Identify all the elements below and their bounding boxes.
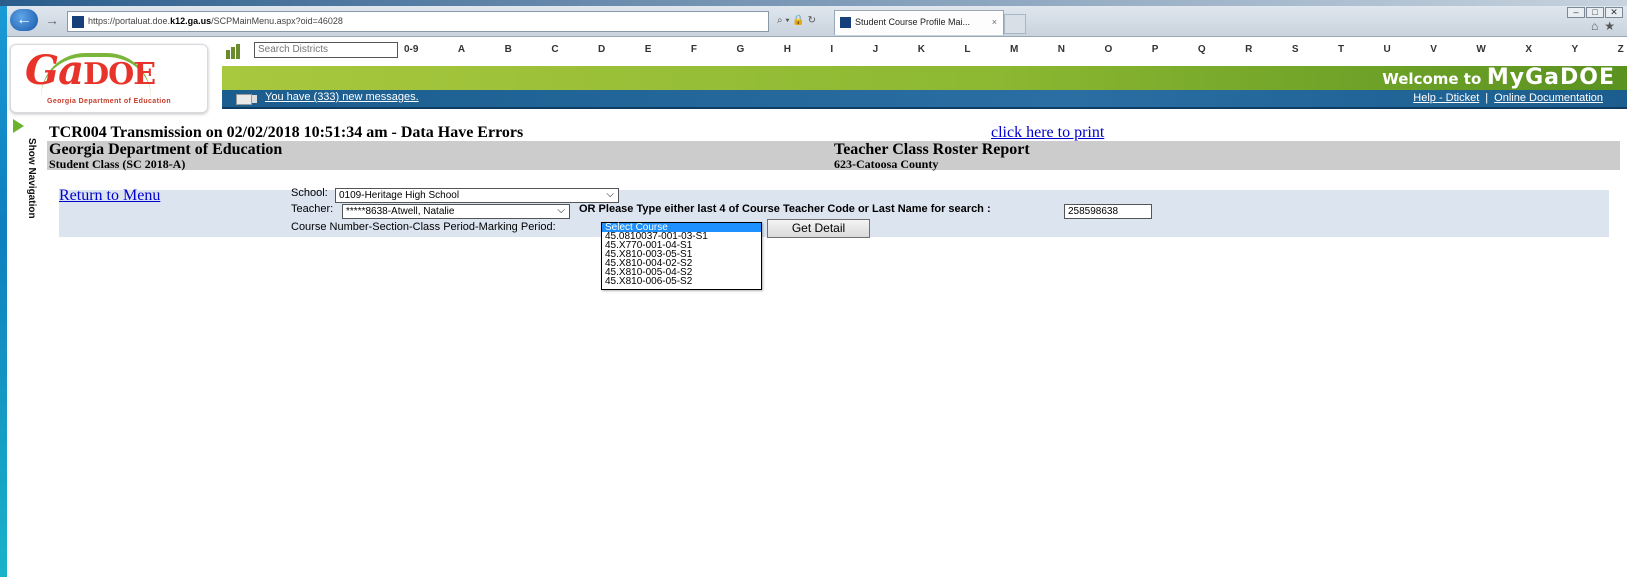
- address-bar[interactable]: https://portaluat.doe.k12.ga.us/SCPMainM…: [67, 11, 769, 32]
- show-navigation-tab[interactable]: Show Navigation: [26, 138, 37, 219]
- print-link[interactable]: click here to print: [991, 124, 1104, 142]
- letter-filter-l[interactable]: L: [964, 44, 970, 58]
- report-header-band: Georgia Department of Education Student …: [47, 141, 1620, 171]
- student-class: Student Class (SC 2018-A): [49, 157, 186, 171]
- logo-doe: DOE: [83, 57, 156, 92]
- letter-filter-b[interactable]: B: [505, 44, 512, 58]
- course-option[interactable]: 45.X810-006-05-S2: [602, 277, 761, 287]
- home-favorites-icons[interactable]: ⌂★: [1591, 19, 1621, 33]
- transmission-title: TCR004 Transmission on 02/02/2018 10:51:…: [49, 124, 524, 141]
- letter-filter-o[interactable]: O: [1104, 44, 1112, 58]
- letter-filter-k[interactable]: K: [918, 44, 925, 58]
- school-selected-value: 0109-Heritage High School: [339, 190, 460, 201]
- new-tab-button[interactable]: [1004, 14, 1026, 34]
- search-districts-input[interactable]: [254, 42, 398, 58]
- letter-filter-z[interactable]: Z: [1618, 44, 1624, 58]
- letter-filter-q[interactable]: Q: [1198, 44, 1206, 58]
- chevron-down-icon: ⌵: [557, 205, 565, 216]
- alphabet-filter: 0-9 A B C D E F G H I J K L M N O P Q R S T U V W X Y Z: [404, 44, 1624, 58]
- course-dropdown-list[interactable]: Select Course 45.0810037-001-03-S1 45.X770…: [601, 222, 762, 290]
- letter-filter-g[interactable]: G: [736, 44, 744, 58]
- mail-icon[interactable]: [236, 94, 252, 105]
- county-name: 623-Catoosa County: [834, 157, 939, 171]
- letter-filter-d[interactable]: D: [598, 44, 605, 58]
- address-tools[interactable]: ⌕ ▾ 🔒 ↻: [777, 11, 832, 30]
- letter-filter-v[interactable]: V: [1430, 44, 1437, 58]
- letter-filter-m[interactable]: M: [1010, 44, 1018, 58]
- letter-filter-p[interactable]: P: [1152, 44, 1159, 58]
- help-links: Help - Dticket | Online Documentation: [1413, 92, 1603, 104]
- letter-filter-h[interactable]: H: [784, 44, 791, 58]
- mail-flag-icon: [252, 95, 257, 103]
- help-dticket-link[interactable]: Help - Dticket: [1413, 92, 1479, 104]
- mygadoe-brand: MyGaDOE: [1486, 65, 1615, 90]
- teacher-search-hint: OR Please Type either last 4 of Course T…: [579, 203, 991, 215]
- letter-filter-r[interactable]: R: [1245, 44, 1252, 58]
- header-green-bar: Welcome to MyGaDOE: [222, 66, 1627, 90]
- letter-filter-u[interactable]: U: [1384, 44, 1391, 58]
- back-arrow-icon[interactable]: ←: [10, 9, 38, 31]
- letter-filter-w[interactable]: W: [1476, 44, 1485, 58]
- letter-filter-e[interactable]: E: [645, 44, 652, 58]
- browser-tab[interactable]: Student Course Profile Mai... ×: [834, 10, 1004, 35]
- letter-filter-a[interactable]: A: [458, 44, 465, 58]
- forward-arrow-icon[interactable]: →: [45, 12, 61, 28]
- messages-link[interactable]: You have (333) new messages.: [265, 91, 419, 103]
- school-select[interactable]: 0109-Heritage High School ⌵: [335, 188, 619, 203]
- welcome-banner: Welcome to MyGaDOE: [1382, 66, 1615, 91]
- teacher-selected-value: *****8638-Atwell, Natalie: [346, 206, 455, 217]
- tab-close-icon[interactable]: ×: [992, 11, 997, 33]
- logo-wordmark: GaDOE: [25, 47, 156, 94]
- teacher-label: Teacher:: [291, 203, 334, 215]
- url-domain: k12.ga.us: [170, 16, 212, 26]
- close-window-icon[interactable]: ✕: [1605, 7, 1623, 18]
- link-separator: |: [1485, 92, 1489, 104]
- letter-filter-f[interactable]: F: [691, 44, 697, 58]
- letter-filter-y[interactable]: Y: [1571, 44, 1578, 58]
- teacher-select[interactable]: *****8638-Atwell, Natalie ⌵: [342, 204, 570, 219]
- school-label: School:: [291, 187, 328, 199]
- url-path: /SCPMainMenu.aspx?oid=46028: [211, 16, 343, 26]
- header-blue-bar: You have (333) new messages. Help - Dtic…: [222, 90, 1627, 109]
- letter-filter-j[interactable]: J: [873, 44, 879, 58]
- course-label: Course Number-Section-Class Period-Marki…: [291, 221, 556, 233]
- return-to-menu-link[interactable]: Return to Menu: [59, 187, 160, 205]
- window-controls: – □ ✕: [1566, 7, 1623, 18]
- chevron-down-icon: ⌵: [606, 189, 614, 200]
- url-prefix: https://portaluat.doe.: [88, 16, 171, 26]
- letter-filter-i[interactable]: I: [830, 44, 833, 58]
- desktop-edge: [0, 0, 7, 577]
- minimize-icon[interactable]: –: [1567, 7, 1585, 18]
- letter-filter-0-9[interactable]: 0-9: [404, 44, 418, 58]
- logo-tagline: Georgia Department of Education: [46, 98, 172, 105]
- letter-filter-c[interactable]: C: [551, 44, 558, 58]
- welcome-to: Welcome to: [1382, 70, 1482, 88]
- site-favicon-icon: [72, 15, 84, 28]
- letter-filter-t[interactable]: T: [1338, 44, 1344, 58]
- gadoe-logo[interactable]: GaDOE Georgia Department of Education: [10, 44, 208, 113]
- logo-ga: Ga: [25, 47, 84, 94]
- tab-title: Student Course Profile Mai...: [855, 17, 971, 27]
- browser-toolbar: ← → https://portaluat.doe.k12.ga.us/SCPM…: [7, 6, 1627, 37]
- get-detail-button[interactable]: Get Detail: [767, 219, 870, 238]
- letter-filter-x[interactable]: X: [1525, 44, 1532, 58]
- filter-panel: Return to Menu School: 0109-Heritage Hig…: [59, 187, 1609, 238]
- maximize-icon[interactable]: □: [1586, 7, 1604, 18]
- letter-filter-s[interactable]: S: [1292, 44, 1299, 58]
- district-bars-icon[interactable]: [226, 41, 246, 59]
- letter-filter-n[interactable]: N: [1058, 44, 1065, 58]
- online-documentation-link[interactable]: Online Documentation: [1494, 92, 1603, 104]
- show-navigation-arrow-icon[interactable]: [13, 119, 24, 133]
- teacher-search-input[interactable]: 258598638: [1064, 204, 1152, 219]
- tab-favicon-icon: [840, 17, 851, 29]
